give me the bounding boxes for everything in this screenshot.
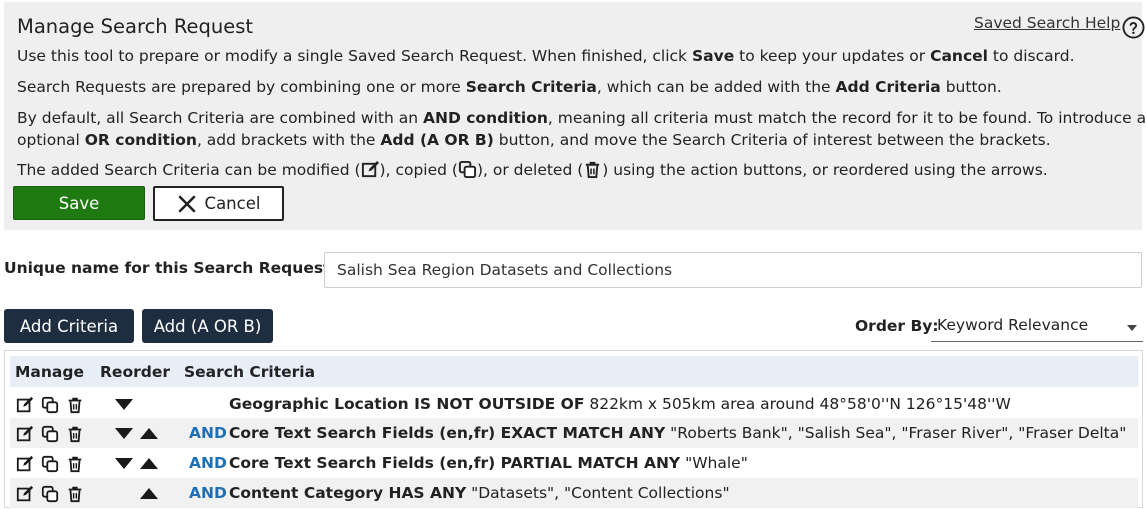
criteria-text: Core Text Search Fields (en,fr) EXACT MA… bbox=[229, 424, 1126, 442]
copy-icon[interactable] bbox=[41, 396, 59, 414]
question-circle-icon[interactable] bbox=[1122, 16, 1145, 39]
search-name-input[interactable] bbox=[324, 252, 1142, 288]
criteria-text: Geographic Location IS NOT OUTSIDE OF 82… bbox=[229, 395, 1011, 413]
edit-icon[interactable] bbox=[16, 425, 34, 443]
criteria-value: 822km x 505km area around 48°58'0''N 126… bbox=[584, 395, 1011, 413]
cancel-button[interactable]: Cancel bbox=[153, 186, 284, 221]
order-by-value: Keyword Relevance bbox=[937, 316, 1089, 334]
move-down-icon[interactable] bbox=[115, 458, 133, 469]
move-down-icon[interactable] bbox=[115, 428, 133, 439]
move-up-icon[interactable] bbox=[140, 428, 158, 439]
criteria-text: Content Category HAS ANY "Datasets", "Co… bbox=[229, 484, 730, 502]
search-criteria-table: Manage Reorder Search Criteria Geographi… bbox=[4, 350, 1143, 508]
move-up-icon[interactable] bbox=[140, 458, 158, 469]
edit-icon[interactable] bbox=[16, 485, 34, 503]
criteria-text: Core Text Search Fields (en,fr) PARTIAL … bbox=[229, 454, 748, 472]
copy-icon[interactable] bbox=[41, 425, 59, 443]
add-criteria-button[interactable]: Add Criteria bbox=[4, 309, 134, 343]
order-by-select[interactable]: Keyword Relevance bbox=[931, 312, 1143, 342]
criteria-field: Geographic Location IS NOT OUTSIDE OF bbox=[229, 395, 585, 413]
instruction-line-2: Search Requests are prepared by combinin… bbox=[17, 78, 1002, 96]
copy-icon[interactable] bbox=[41, 485, 59, 503]
search-name-label: Unique name for this Search Request: bbox=[4, 259, 337, 277]
instruction-line-4: optional OR condition, add brackets with… bbox=[17, 131, 1051, 149]
table-row: AND Core Text Search Fields (en,fr) EXAC… bbox=[10, 418, 1138, 448]
order-by-label: Order By: bbox=[855, 317, 939, 335]
table-row: AND Core Text Search Fields (en,fr) PART… bbox=[10, 448, 1138, 478]
copy-icon[interactable] bbox=[41, 455, 59, 473]
trash-icon[interactable] bbox=[66, 396, 84, 414]
criteria-value: "Roberts Bank", "Salish Sea", "Fraser Ri… bbox=[665, 424, 1127, 442]
trash-icon bbox=[586, 161, 600, 179]
move-up-icon[interactable] bbox=[140, 488, 158, 499]
edit-icon bbox=[361, 160, 379, 178]
and-connector: AND bbox=[189, 484, 227, 502]
instruction-line-3: By default, all Search Criteria are comb… bbox=[17, 109, 1146, 127]
trash-icon[interactable] bbox=[66, 485, 84, 503]
move-down-icon[interactable] bbox=[115, 399, 133, 410]
edit-icon[interactable] bbox=[16, 455, 34, 473]
criteria-value: "Whale" bbox=[680, 454, 748, 472]
trash-icon[interactable] bbox=[66, 455, 84, 473]
save-button[interactable]: Save bbox=[13, 186, 145, 220]
instruction-line-1: Use this tool to prepare or modify a sin… bbox=[17, 47, 1075, 65]
add-or-brackets-button[interactable]: Add (A OR B) bbox=[142, 309, 273, 343]
copy-icon bbox=[458, 160, 477, 179]
header-search-criteria: Search Criteria bbox=[184, 363, 316, 381]
page-title: Manage Search Request bbox=[17, 15, 254, 38]
criteria-value: "Datasets", "Content Collections" bbox=[466, 484, 730, 502]
header-manage: Manage bbox=[15, 363, 84, 381]
saved-search-help-link[interactable]: Saved Search Help bbox=[974, 14, 1120, 32]
trash-icon[interactable] bbox=[66, 425, 84, 443]
chevron-down-icon bbox=[1127, 325, 1137, 331]
cancel-button-label: Cancel bbox=[204, 194, 261, 213]
table-row: Geographic Location IS NOT OUTSIDE OF 82… bbox=[10, 389, 1138, 419]
and-connector: AND bbox=[189, 424, 227, 442]
criteria-field: Content Category HAS ANY bbox=[229, 484, 467, 502]
table-header-row: Manage Reorder Search Criteria bbox=[10, 356, 1138, 387]
header-reorder: Reorder bbox=[100, 363, 170, 381]
table-row: AND Content Category HAS ANY "Datasets",… bbox=[10, 478, 1138, 508]
edit-icon[interactable] bbox=[16, 396, 34, 414]
and-connector: AND bbox=[189, 454, 227, 472]
criteria-field: Core Text Search Fields (en,fr) PARTIAL … bbox=[229, 454, 681, 472]
instruction-line-5: The added Search Criteria can be modifie… bbox=[17, 160, 1048, 179]
close-icon bbox=[178, 195, 195, 212]
criteria-field: Core Text Search Fields (en,fr) EXACT MA… bbox=[229, 424, 666, 442]
